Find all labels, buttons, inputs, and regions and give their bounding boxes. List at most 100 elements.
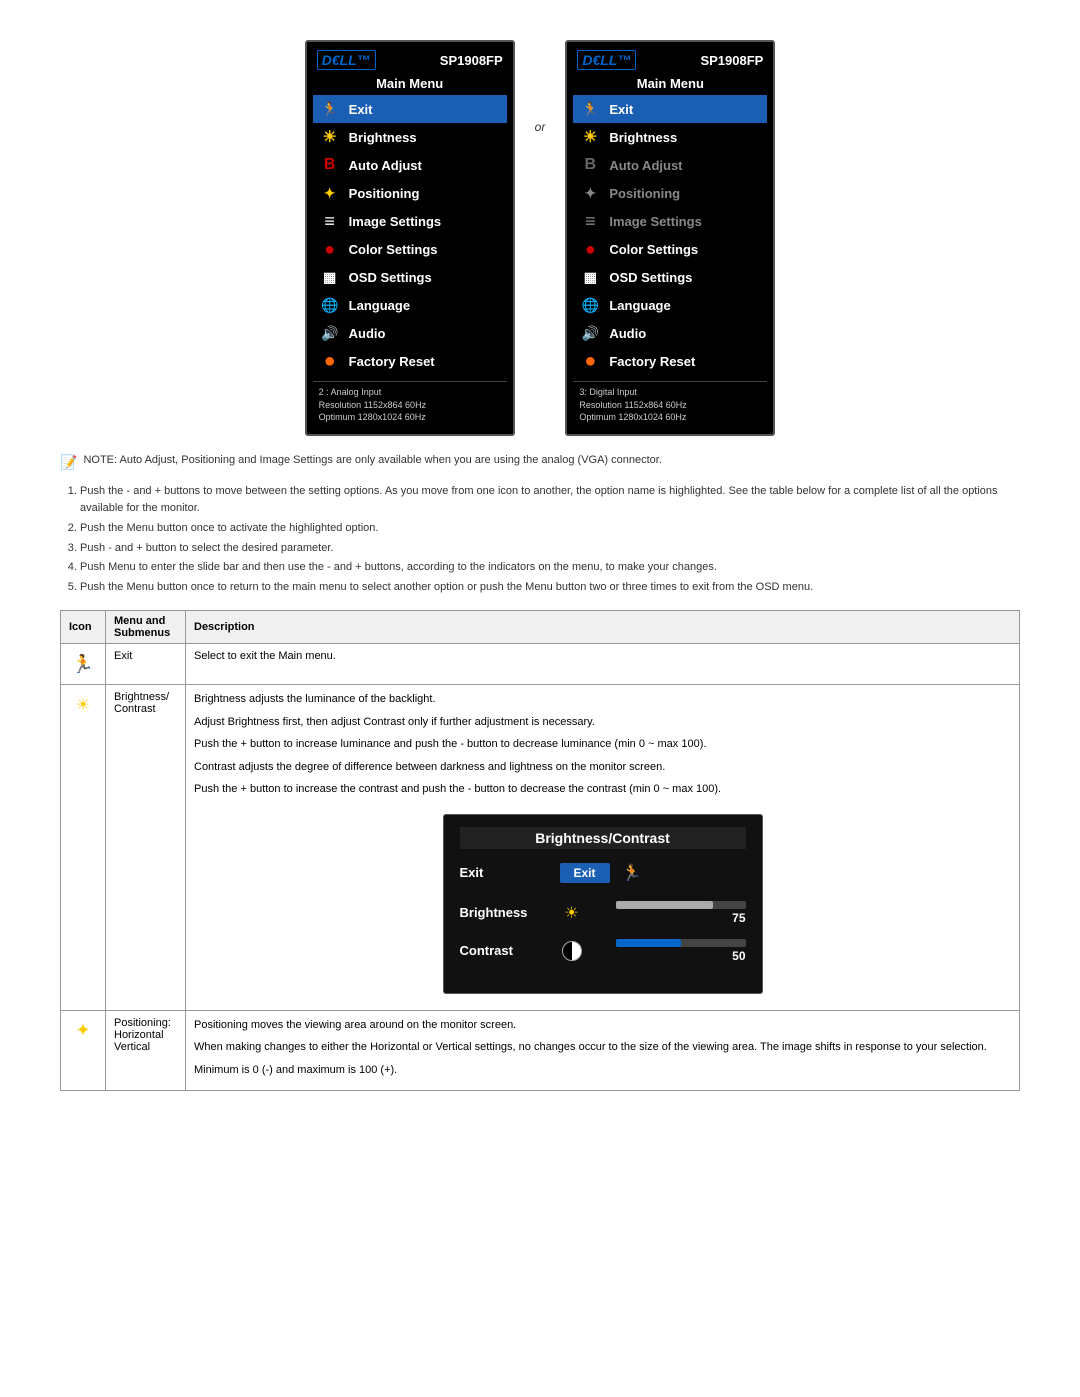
col-header-icon: Icon: [61, 611, 106, 644]
left-menu-language[interactable]: 🌐 Language: [313, 291, 507, 319]
left-audio-label: Audio: [349, 326, 386, 341]
left-menu-factory-reset[interactable]: ● Factory Reset: [313, 347, 507, 375]
left-brightness-label: Brightness: [349, 130, 417, 145]
brightness-icon-cell: ☀: [61, 685, 106, 1011]
right-menu-audio[interactable]: 🔊 Audio: [573, 319, 767, 347]
right-monitor-panel: D€LL™ SP1908FP Main Menu 🏃 Exit ☀ Bright…: [565, 40, 775, 436]
instruction-1: Push the - and + buttons to move between…: [80, 483, 1020, 518]
left-footer-line1: 2 : Analog Input: [319, 386, 501, 399]
brightness-desc-1: Brightness adjusts the luminance of the …: [194, 691, 1011, 708]
left-model-name: SP1908FP: [440, 53, 503, 68]
left-osd-settings-label: OSD Settings: [349, 270, 432, 285]
brightness-slider-container: 75: [594, 901, 746, 925]
brightness-contrast-popup: Brightness/Contrast Exit Exit 🏃 Brightne…: [443, 814, 763, 994]
right-menu-image-settings[interactable]: ≡ Image Settings: [573, 207, 767, 235]
instruction-5: Push the Menu button once to return to t…: [80, 579, 1020, 597]
contrast-slider-bar[interactable]: [616, 939, 746, 947]
right-language-label: Language: [609, 298, 670, 313]
contrast-slider-container: 50: [594, 939, 746, 963]
left-menu-auto-adjust[interactable]: B Auto Adjust: [313, 151, 507, 179]
left-menu-color-settings[interactable]: ● Color Settings: [313, 235, 507, 263]
left-menu-positioning[interactable]: ✦ Positioning: [313, 179, 507, 207]
right-color-settings-label: Color Settings: [609, 242, 698, 257]
col-header-description: Description: [186, 611, 1020, 644]
right-menu-positioning[interactable]: ✦ Positioning: [573, 179, 767, 207]
left-positioning-icon: ✦: [319, 182, 341, 204]
contrast-slider-fill: [616, 939, 681, 947]
brightness-description-cell: Brightness adjusts the luminance of the …: [186, 685, 1020, 1011]
right-menu-osd-settings[interactable]: ▦ OSD Settings: [573, 263, 767, 291]
brightness-value: 75: [732, 911, 745, 925]
brightness-desc-3: Push the + button to increase luminance …: [194, 736, 1011, 753]
left-auto-adjust-icon: B: [319, 154, 341, 176]
brightness-desc-5: Push the + button to increase the contra…: [194, 781, 1011, 798]
right-exit-icon: 🏃: [579, 98, 601, 120]
left-exit-icon: 🏃: [319, 98, 341, 120]
left-menu-exit[interactable]: 🏃 Exit: [313, 95, 507, 123]
left-image-settings-label: Image Settings: [349, 214, 441, 229]
right-footer-line1: 3: Digital Input: [579, 386, 761, 399]
right-menu-exit[interactable]: 🏃 Exit: [573, 95, 767, 123]
right-menu-language[interactable]: 🌐 Language: [573, 291, 767, 319]
left-panel-footer: 2 : Analog Input Resolution 1152x864 60H…: [313, 381, 507, 424]
right-language-icon: 🌐: [579, 294, 601, 316]
left-dell-logo: D€LL™: [317, 50, 376, 70]
contrast-value: 50: [732, 949, 745, 963]
left-panel-title: Main Menu: [313, 76, 507, 91]
note-section: 📝 NOTE: Auto Adjust, Positioning and Ima…: [60, 454, 1020, 471]
left-language-icon: 🌐: [319, 294, 341, 316]
instructions-list: Push the - and + buttons to move between…: [80, 483, 1020, 597]
left-menu-audio[interactable]: 🔊 Audio: [313, 319, 507, 347]
popup-exit-row: Exit Exit 🏃: [460, 861, 746, 885]
brightness-desc-2: Adjust Brightness first, then adjust Con…: [194, 714, 1011, 731]
right-menu-brightness[interactable]: ☀ Brightness: [573, 123, 767, 151]
left-image-settings-icon: ≡: [319, 210, 341, 232]
popup-exit-btn[interactable]: Exit: [560, 863, 610, 883]
left-brightness-icon: ☀: [319, 126, 341, 148]
right-panel-footer: 3: Digital Input Resolution 1152x864 60H…: [573, 381, 767, 424]
right-menu-color-settings[interactable]: ● Color Settings: [573, 235, 767, 263]
popup-brightness-label: Brightness: [460, 905, 550, 920]
positioning-description-cell: Positioning moves the viewing area aroun…: [186, 1010, 1020, 1091]
brightness-slider-bar[interactable]: [616, 901, 746, 909]
positioning-desc-2: When making changes to either the Horizo…: [194, 1039, 1011, 1056]
left-audio-icon: 🔊: [319, 322, 341, 344]
right-osd-settings-label: OSD Settings: [609, 270, 692, 285]
right-osd-settings-icon: ▦: [579, 266, 601, 288]
instruction-2: Push the Menu button once to activate th…: [80, 520, 1020, 538]
right-positioning-label: Positioning: [609, 186, 680, 201]
col-header-menu: Menu and Submenus: [106, 611, 186, 644]
right-exit-label: Exit: [609, 102, 633, 117]
popup-title: Brightness/Contrast: [460, 827, 746, 849]
popup-contrast-row: Contrast 50: [460, 939, 746, 963]
brightness-slider-fill: [616, 901, 714, 909]
popup-brightness-icon: ☀: [560, 901, 584, 925]
positioning-desc-3: Minimum is 0 (-) and maximum is 100 (+).: [194, 1062, 1011, 1079]
brightness-icon: ☀: [69, 691, 97, 719]
right-dell-logo: D€LL™: [577, 50, 636, 70]
exit-menu-cell: Exit: [106, 644, 186, 685]
left-factory-reset-label: Factory Reset: [349, 354, 435, 369]
right-color-settings-icon: ●: [579, 238, 601, 260]
right-audio-label: Audio: [609, 326, 646, 341]
left-menu-image-settings[interactable]: ≡ Image Settings: [313, 207, 507, 235]
positioning-icon: ✦: [69, 1017, 97, 1045]
right-audio-icon: 🔊: [579, 322, 601, 344]
top-panels-section: D€LL™ SP1908FP Main Menu 🏃 Exit ☀ Bright…: [60, 40, 1020, 436]
left-panel-header: D€LL™ SP1908FP: [313, 50, 507, 70]
or-separator: or: [535, 120, 546, 134]
right-image-settings-label: Image Settings: [609, 214, 701, 229]
right-model-name: SP1908FP: [700, 53, 763, 68]
right-auto-adjust-label: Auto Adjust: [609, 158, 682, 173]
table-row-brightness: ☀ Brightness/Contrast Brightness adjusts…: [61, 685, 1020, 1011]
left-menu-osd-settings[interactable]: ▦ OSD Settings: [313, 263, 507, 291]
left-menu-brightness[interactable]: ☀ Brightness: [313, 123, 507, 151]
instruction-3: Push - and + button to select the desire…: [80, 540, 1020, 558]
right-menu-factory-reset[interactable]: ● Factory Reset: [573, 347, 767, 375]
right-positioning-icon: ✦: [579, 182, 601, 204]
left-factory-reset-icon: ●: [319, 350, 341, 372]
right-image-settings-icon: ≡: [579, 210, 601, 232]
left-monitor-panel: D€LL™ SP1908FP Main Menu 🏃 Exit ☀ Bright…: [305, 40, 515, 436]
right-menu-auto-adjust[interactable]: B Auto Adjust: [573, 151, 767, 179]
popup-exit-icon: 🏃: [620, 861, 644, 885]
